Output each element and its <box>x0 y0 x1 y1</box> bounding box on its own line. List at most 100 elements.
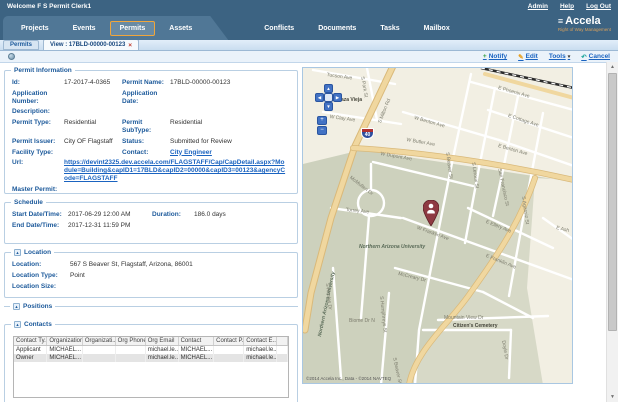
pan-left-icon[interactable]: ◀ <box>315 93 324 102</box>
nav-tab-mailbox[interactable]: Mailbox <box>414 21 460 36</box>
field-label: Id: <box>12 79 64 87</box>
field-label: End Date/Time: <box>12 222 68 230</box>
subtab-view-permit[interactable]: View : 17BLD-00000-00123 × <box>43 39 139 50</box>
nav-tab-conflicts[interactable]: Conflicts <box>254 21 304 36</box>
edit-pencil-icon: ✎ <box>518 53 523 61</box>
field-value: Point <box>70 272 291 280</box>
zoom-in-button[interactable]: + <box>317 116 327 125</box>
map-copyright: ©2014 Accela Inc., Data - ©2014 NAVTEQ <box>306 376 391 381</box>
contacts-section: ▲ Contacts Contact Ty...OrganizationOrga… <box>4 324 298 402</box>
nav-tab-events[interactable]: Events <box>63 21 106 36</box>
field-label: Permit Type: <box>12 119 64 127</box>
nav-tab-projects[interactable]: Projects <box>11 21 59 36</box>
subtab-bar: Permits View : 17BLD-00000-00123 × <box>0 40 618 51</box>
gis-map[interactable]: Tucson AveS Park StLa Plaza ViejaS Milto… <box>302 67 573 384</box>
column-header[interactable]: Contact P... <box>214 337 244 346</box>
column-header[interactable]: Org Email <box>145 337 178 346</box>
field-value: 17-2017-4-0365 <box>64 79 122 87</box>
column-header[interactable]: Org Phone <box>115 337 145 346</box>
location-row: Location Type:Point <box>12 272 291 280</box>
field-label: Master Permit: <box>12 186 64 194</box>
nav-tab-permits[interactable]: Permits <box>110 21 156 36</box>
close-tab-icon[interactable]: × <box>128 42 132 49</box>
permit-info-row: Master Permit: <box>12 186 291 194</box>
field-value: Residential <box>170 119 291 127</box>
welcome-text: Welcome F S Permit Clerk1 <box>7 3 91 10</box>
field-value: 186.0 days <box>194 211 291 219</box>
column-header[interactable]: Organizati... <box>82 337 115 346</box>
table-cell <box>115 346 145 355</box>
pan-right-icon[interactable]: ▶ <box>333 93 342 102</box>
vertical-scrollbar[interactable]: ▲ ▼ <box>606 62 618 402</box>
scrollbar-thumb[interactable] <box>608 73 617 331</box>
accela-logo: ≡Accela Right of Way Management <box>558 16 611 33</box>
location-row: Location:567 S Beaver St, Flagstaff, Ari… <box>12 261 291 269</box>
notify-button[interactable]: +Notify <box>483 53 507 60</box>
table-row[interactable]: ApplicantMICHAEL...michael.le...MICHAEL.… <box>14 346 288 355</box>
pan-center-button[interactable] <box>324 93 333 102</box>
column-header[interactable]: Contact Ty... <box>14 337 47 346</box>
nav-tab-assets[interactable]: Assets <box>159 21 202 36</box>
field-label: Contact: <box>122 149 170 157</box>
subtab-permits[interactable]: Permits <box>3 40 39 50</box>
subtab-view-label: View : 17BLD-00000-00123 <box>50 42 125 48</box>
pan-down-icon[interactable]: ▼ <box>324 102 333 111</box>
zoom-out-button[interactable]: − <box>317 126 327 135</box>
table-cell <box>82 346 115 355</box>
field-label: Permit Name: <box>122 79 170 87</box>
content-area: Permit Information Id:17-2017-4-0365Perm… <box>0 63 618 402</box>
field-value: 2017-06-29 12:00 AM <box>68 211 152 219</box>
location-marker-icon <box>423 200 439 226</box>
table-cell: MICHAEL... <box>47 346 83 355</box>
field-value: Residential <box>64 119 122 127</box>
table-cell: MICHAEL... <box>178 346 214 355</box>
collapse-icon[interactable]: ▲ <box>14 249 21 256</box>
nav-tab-documents[interactable]: Documents <box>308 21 366 36</box>
column-header[interactable]: Contact <box>178 337 214 346</box>
cancel-arrow-icon: ↶ <box>581 53 586 61</box>
column-header[interactable]: Contact E... <box>244 337 277 346</box>
scroll-up-icon[interactable]: ▲ <box>607 62 618 72</box>
collapse-icon[interactable]: ▲ <box>13 303 20 310</box>
url-link[interactable]: https://devint2325.dev.accela.com/FLAGST… <box>64 159 285 182</box>
field-label: Location Size: <box>12 283 70 291</box>
nav-tab-tasks[interactable]: Tasks <box>370 21 409 36</box>
field-value[interactable]: https://devint2325.dev.accela.com/FLAGST… <box>64 159 291 182</box>
section-title: Location <box>24 249 51 256</box>
admin-link[interactable]: Admin <box>528 3 548 10</box>
scroll-down-icon[interactable]: ▼ <box>607 392 618 402</box>
column-header[interactable]: Organization <box>47 337 83 346</box>
table-cell <box>115 354 145 362</box>
location-row: Location Size: <box>12 283 291 291</box>
refresh-icon[interactable] <box>8 53 15 60</box>
permit-info-row: Url:https://devint2325.dev.accela.com/FL… <box>12 159 291 182</box>
field-label: Duration: <box>152 211 194 219</box>
tools-button[interactable]: Tools▾ <box>549 53 570 60</box>
field-label: Description: <box>12 108 64 116</box>
permit-info-row: Id:17-2017-4-0365Permit Name:17BLD-00000… <box>12 79 291 87</box>
pan-up-icon[interactable]: ▲ <box>324 84 333 93</box>
map-pan-control[interactable]: ▲ ◀ ▶ ▼ <box>315 84 342 111</box>
field-label: Permit Issuer: <box>12 138 64 146</box>
field-label: Status: <box>122 138 170 146</box>
field-value[interactable]: City Engineer <box>170 149 291 157</box>
field-label: Application Date: <box>122 90 170 106</box>
record-toolbar: +Notify ✎Edit Tools▾ ↶Cancel <box>0 51 618 63</box>
field-label: Location: <box>12 261 70 269</box>
contact-link[interactable]: City Engineer <box>170 149 212 156</box>
help-link[interactable]: Help <box>560 3 574 10</box>
field-value: 567 S Beaver St, Flagstaff, Arizona, 860… <box>70 261 291 269</box>
section-title: Positions <box>23 303 52 310</box>
field-label: Permit SubType: <box>122 119 170 135</box>
table-row[interactable]: OwnerMICHAEL...michael.le...MICHAEL...mi… <box>14 354 288 362</box>
collapse-icon[interactable]: ▲ <box>14 321 21 328</box>
field-value: 17BLD-00000-00123 <box>170 79 291 87</box>
notify-plus-icon: + <box>483 53 487 60</box>
section-title: Permit Information <box>14 67 72 74</box>
column-header <box>277 337 288 346</box>
field-label: Start Date/Time: <box>12 211 68 219</box>
positions-section: ▲ Positions <box>4 306 298 316</box>
cancel-button[interactable]: ↶Cancel <box>581 53 610 61</box>
logout-link[interactable]: Log Out <box>586 3 611 10</box>
edit-button[interactable]: ✎Edit <box>518 53 538 61</box>
